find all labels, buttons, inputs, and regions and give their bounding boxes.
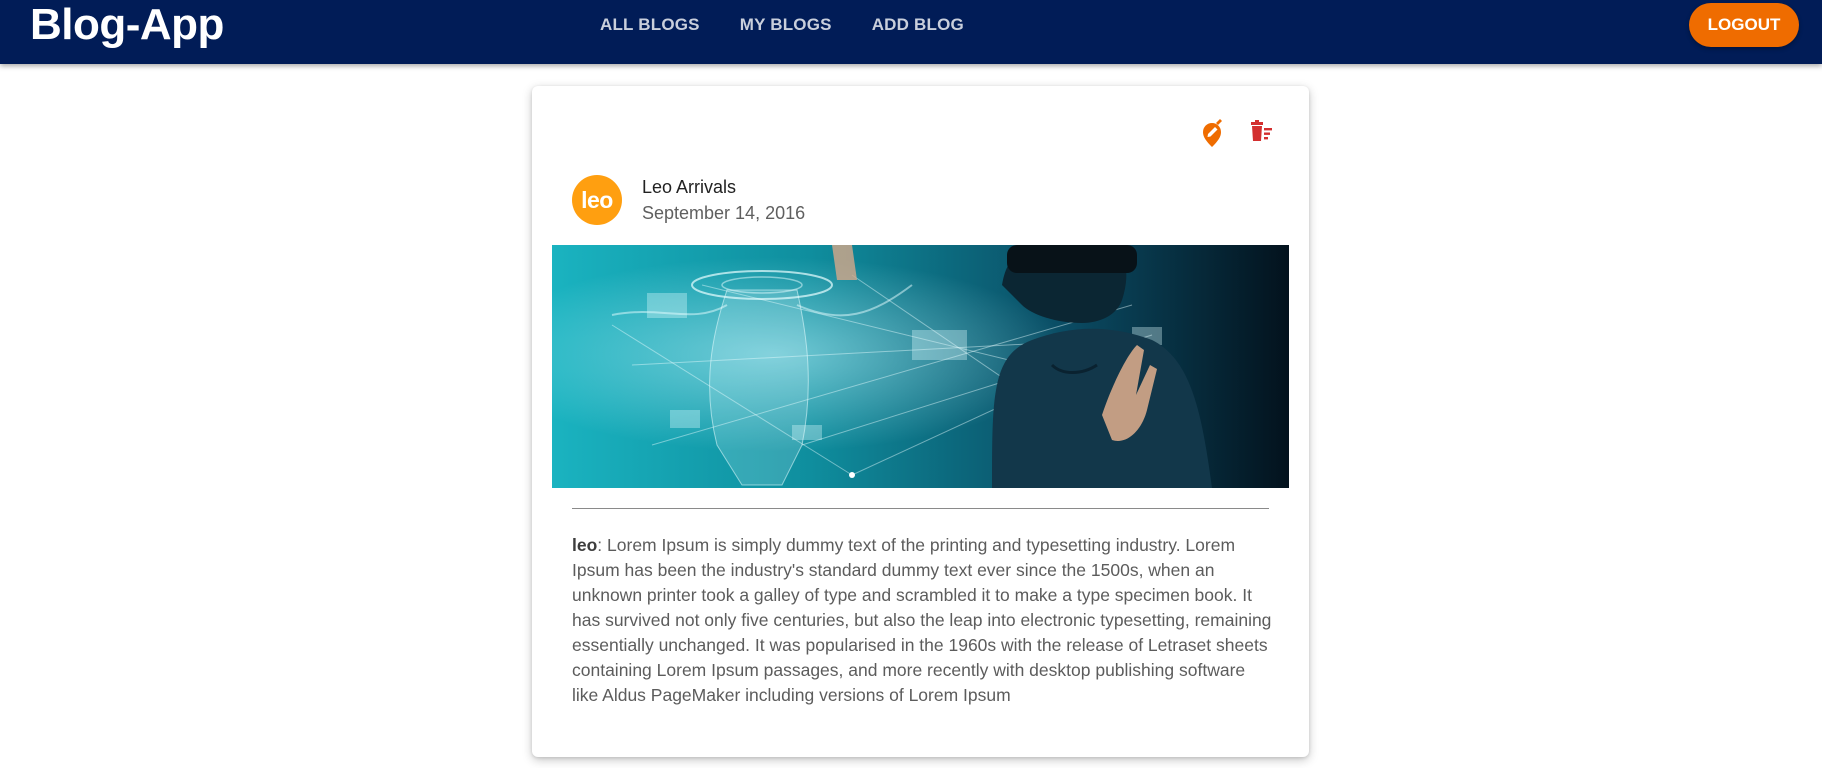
tab-my-blogs[interactable]: MY BLOGS — [720, 0, 852, 50]
post-image — [552, 245, 1289, 488]
tab-all-blogs[interactable]: ALL BLOGS — [580, 0, 720, 50]
post-body-user: leo — [572, 535, 598, 555]
post-body-text: : Lorem Ipsum is simply dummy text of th… — [572, 535, 1272, 705]
tab-add-blog[interactable]: ADD BLOG — [852, 0, 984, 50]
edit-button[interactable] — [1194, 114, 1230, 150]
post-date: September 14, 2016 — [642, 203, 806, 223]
post-body: leo: Lorem Ipsum is simply dummy text of… — [572, 533, 1272, 708]
app-bar: Blog-App ALL BLOGS MY BLOGS ADD BLOG LOG… — [0, 0, 1822, 64]
author-name: Leo Arrivals — [642, 177, 737, 197]
vr-hologram-image — [552, 245, 1289, 488]
divider — [572, 508, 1269, 509]
logout-button[interactable]: LOGOUT — [1689, 3, 1799, 47]
blog-card: leo Leo Arrivals September 14, 2016 leo:… — [532, 86, 1309, 757]
nav-tabs: ALL BLOGS MY BLOGS ADD BLOG — [580, 0, 984, 50]
avatar: leo — [572, 175, 622, 225]
app-title: Blog-App — [30, 0, 224, 49]
edit-icon — [1203, 119, 1222, 147]
delete-icon — [1251, 120, 1272, 141]
delete-button[interactable] — [1242, 114, 1278, 150]
